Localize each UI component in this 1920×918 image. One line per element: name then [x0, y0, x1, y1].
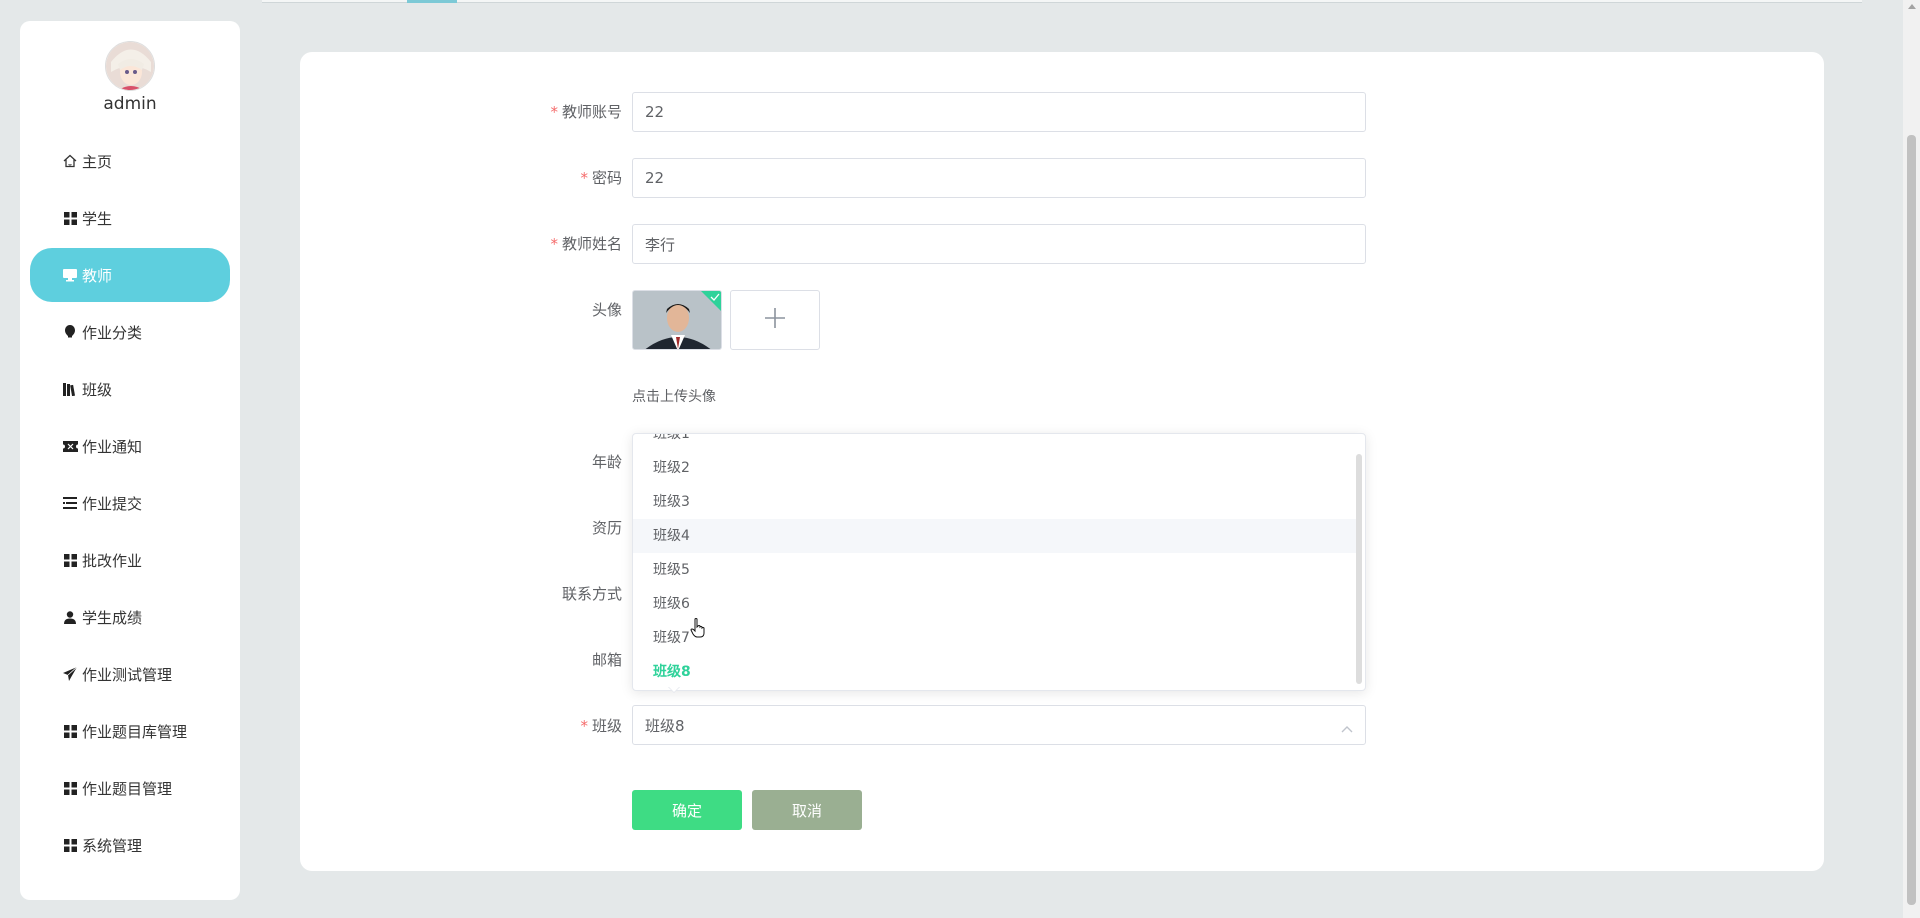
sidebar-item-label: 学生成绩: [82, 608, 143, 627]
class-dropdown: 班级1 班级2 班级3 班级4 班级5 班级6 班级7 班级8: [632, 433, 1366, 691]
monitor-icon: [62, 267, 78, 283]
class-label-text: 班级: [591, 717, 622, 735]
sidebar-menu: 主页 学生 教师 作业分类 班级 作业通知 作业提交 批改作业 学生成绩 作业测…: [20, 134, 240, 875]
dropdown-scrollbar[interactable]: [1356, 454, 1362, 684]
sidebar-item-question-bank[interactable]: 作业题目库管理: [30, 704, 230, 758]
avatar-thumbnail[interactable]: [632, 290, 722, 350]
account-label: * 教师账号: [462, 101, 622, 122]
sidebar-item-label: 学生: [82, 209, 113, 228]
avatar-upload-hint: 点击上传头像: [632, 389, 716, 405]
scroll-up-icon[interactable]: [1908, 4, 1916, 9]
ticket-icon: [62, 438, 78, 454]
password-label: * 密码: [462, 167, 622, 188]
grid-icon: [62, 210, 78, 226]
sidebar-item-homework-submit[interactable]: 作业提交: [30, 476, 230, 530]
class-select-value: 班级8: [645, 716, 685, 735]
required-mark: *: [580, 169, 588, 187]
name-label: * 教师姓名: [462, 233, 622, 254]
active-tab-indicator: [407, 0, 457, 3]
dropdown-option[interactable]: 班级7: [633, 621, 1359, 655]
plus-icon: [764, 307, 786, 333]
sidebar-item-label: 教师: [82, 266, 113, 285]
sidebar: admin 主页 学生 教师 作业分类 班级 作业通知 作业提交 批改作业 学生…: [20, 21, 240, 900]
pin-icon: [62, 324, 78, 340]
account-input[interactable]: 22: [632, 92, 1366, 132]
chevron-up-icon: [1341, 719, 1353, 737]
send-icon: [62, 666, 78, 682]
class-select[interactable]: 班级8: [632, 705, 1366, 745]
home-icon: [62, 153, 78, 169]
sidebar-item-label: 作业通知: [82, 437, 143, 456]
class-label: * 班级: [462, 715, 622, 736]
sidebar-item-homework-notice[interactable]: 作业通知: [30, 419, 230, 473]
hand-cursor-icon: [690, 618, 706, 642]
resume-label: 资历: [591, 519, 622, 537]
top-tab-strip: [262, 0, 1862, 3]
name-label-text: 教师姓名: [561, 235, 622, 253]
dropdown-arrow: [668, 686, 680, 692]
grid-icon: [62, 780, 78, 796]
email-label: 邮箱: [591, 651, 622, 669]
sidebar-item-label: 作业提交: [82, 494, 143, 513]
sidebar-item-homework-category[interactable]: 作业分类: [30, 305, 230, 359]
required-mark: *: [580, 717, 588, 735]
required-mark: *: [550, 103, 558, 121]
grid-icon: [62, 837, 78, 853]
contact-label: 联系方式: [561, 585, 622, 603]
confirm-button[interactable]: 确定: [632, 790, 742, 830]
password-value: 22: [645, 169, 665, 187]
avatar[interactable]: [105, 41, 155, 91]
sidebar-item-label: 批改作业: [82, 551, 143, 570]
age-label: 年龄: [591, 453, 622, 471]
grid-icon: [62, 723, 78, 739]
password-input[interactable]: 22: [632, 158, 1366, 198]
user-icon: [62, 609, 78, 625]
books-icon: [62, 381, 78, 397]
grid-icon: [62, 552, 78, 568]
password-label-text: 密码: [591, 169, 622, 187]
sidebar-item-homework-test[interactable]: 作业测试管理: [30, 647, 230, 701]
sidebar-item-questions[interactable]: 作业题目管理: [30, 761, 230, 815]
account-label-text: 教师账号: [561, 103, 622, 121]
name-input[interactable]: 李行: [632, 224, 1366, 264]
sidebar-item-label: 作业题目库管理: [82, 722, 188, 741]
sidebar-item-label: 系统管理: [82, 836, 143, 855]
dropdown-option[interactable]: 班级1: [633, 434, 1359, 451]
sidebar-item-system[interactable]: 系统管理: [30, 818, 230, 872]
sidebar-item-label: 班级: [82, 380, 113, 399]
sidebar-item-student-scores[interactable]: 学生成绩: [30, 590, 230, 644]
sidebar-item-label: 主页: [82, 152, 113, 171]
sidebar-item-grade-homework[interactable]: 批改作业: [30, 533, 230, 587]
sidebar-item-label: 作业测试管理: [82, 665, 173, 684]
dropdown-option[interactable]: 班级5: [633, 553, 1359, 587]
account-value: 22: [645, 103, 665, 121]
dropdown-option[interactable]: 班级2: [633, 451, 1359, 485]
avatar-label: 头像: [591, 301, 622, 319]
cancel-button[interactable]: 取消: [752, 790, 862, 830]
page-scrollbar-thumb[interactable]: [1907, 135, 1916, 905]
sidebar-item-label: 作业分类: [82, 323, 143, 342]
dropdown-option[interactable]: 班级6: [633, 587, 1359, 621]
dropdown-option-hovered[interactable]: 班级4: [633, 519, 1359, 553]
avatar-upload-button[interactable]: [730, 290, 820, 350]
dropdown-option-selected[interactable]: 班级8: [633, 655, 1359, 689]
required-mark: *: [550, 235, 558, 253]
username: admin: [103, 94, 157, 114]
page-scrollbar[interactable]: [1903, 0, 1920, 918]
sidebar-item-home[interactable]: 主页: [30, 134, 230, 188]
sidebar-item-teachers[interactable]: 教师: [30, 248, 230, 302]
name-value: 李行: [645, 235, 676, 254]
sidebar-item-label: 作业题目管理: [82, 779, 173, 798]
sidebar-item-students[interactable]: 学生: [30, 191, 230, 245]
list-icon: [62, 495, 78, 511]
dropdown-option[interactable]: 班级3: [633, 485, 1359, 519]
sidebar-item-classes[interactable]: 班级: [30, 362, 230, 416]
